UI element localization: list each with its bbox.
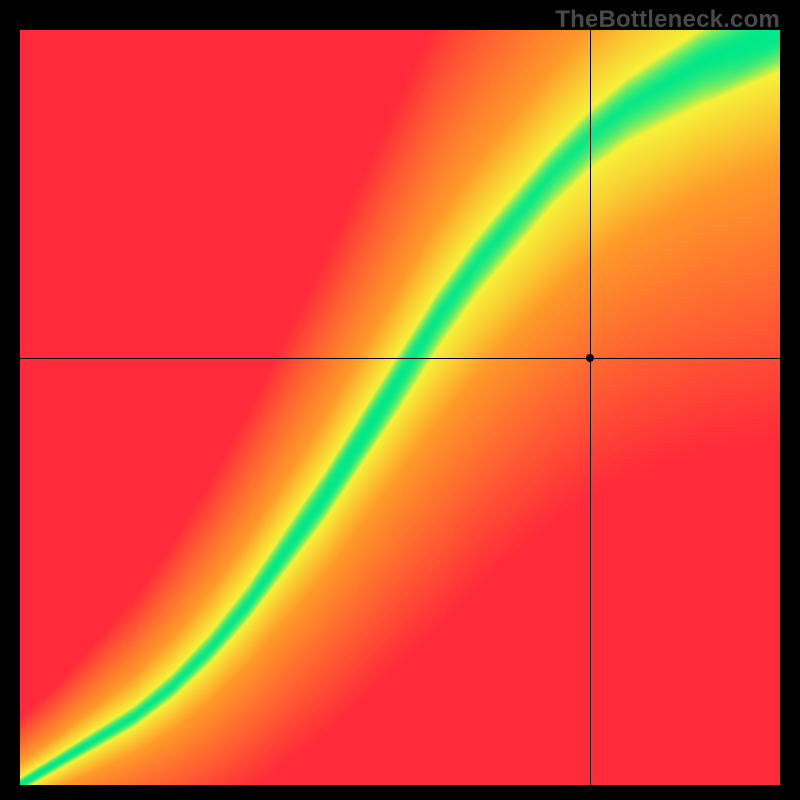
chart-frame: TheBottleneck.com <box>0 0 800 800</box>
crosshair-vertical <box>590 30 591 785</box>
crosshair-horizontal <box>20 358 780 359</box>
heatmap-canvas <box>20 30 780 785</box>
watermark-text: TheBottleneck.com <box>555 6 780 34</box>
data-point-marker <box>586 354 594 362</box>
